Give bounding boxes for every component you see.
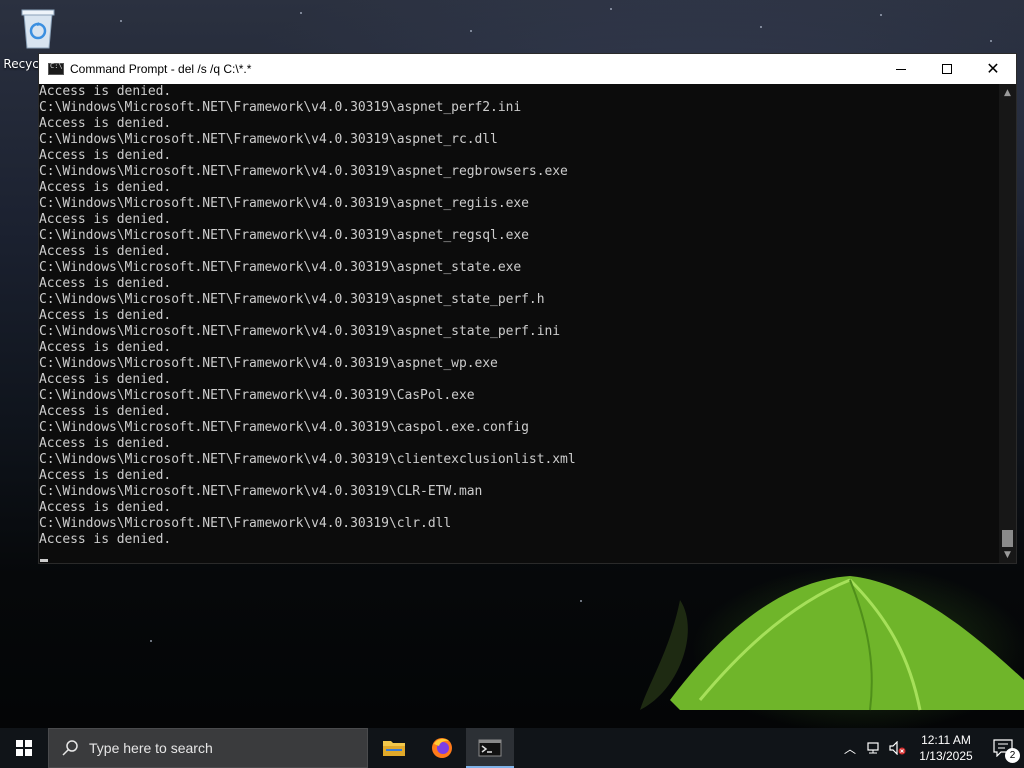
text-cursor (40, 559, 48, 562)
console-line: Access is denied. (39, 436, 172, 451)
cmd-icon (48, 62, 64, 75)
scroll-down-button[interactable]: ▼ (999, 546, 1016, 563)
action-center-button[interactable]: 2 (982, 728, 1024, 768)
windows-logo-icon (16, 740, 32, 756)
console-line: C:\Windows\Microsoft.NET\Framework\v4.0.… (39, 164, 568, 179)
console-line: Access is denied. (39, 212, 172, 227)
minimize-icon (896, 68, 906, 70)
taskbar: Type here to search ︿ 12:11 AM 1/13/2025… (0, 728, 1024, 768)
search-placeholder: Type here to search (89, 740, 213, 756)
maximize-icon (942, 64, 952, 74)
chevron-up-icon: ▲ (1004, 87, 1011, 98)
scroll-up-button[interactable]: ▲ (999, 84, 1016, 101)
taskbar-app-firefox[interactable] (418, 728, 466, 768)
taskbar-app-file-explorer[interactable] (370, 728, 418, 768)
console-line: Access is denied. (39, 148, 172, 163)
scroll-thumb[interactable] (1002, 530, 1013, 547)
command-prompt-window[interactable]: Command Prompt - del /s /q C:\*.* ✕ Acce… (38, 53, 1017, 564)
console-line: Access is denied. (39, 340, 172, 355)
console-line: C:\Windows\Microsoft.NET\Framework\v4.0.… (39, 260, 522, 275)
close-icon: ✕ (986, 59, 1000, 78)
clock-date: 1/13/2025 (919, 749, 973, 763)
console-line: C:\Windows\Microsoft.NET\Framework\v4.0.… (39, 452, 576, 467)
console-line: Access is denied. (39, 500, 172, 515)
show-hidden-icons-button[interactable]: ︿ (838, 728, 862, 768)
taskbar-search-box[interactable]: Type here to search (48, 728, 368, 768)
cmd-icon (478, 739, 502, 757)
console-line: C:\Windows\Microsoft.NET\Framework\v4.0.… (39, 388, 475, 403)
console-line: C:\Windows\Microsoft.NET\Framework\v4.0.… (39, 228, 529, 243)
console-line: Access is denied. (39, 404, 172, 419)
notification-count-badge: 2 (1005, 748, 1020, 763)
window-titlebar[interactable]: Command Prompt - del /s /q C:\*.* ✕ (39, 54, 1016, 84)
console-line: C:\Windows\Microsoft.NET\Framework\v4.0.… (39, 100, 522, 115)
console-line: Access is denied. (39, 308, 172, 323)
console-line: Access is denied. (39, 116, 172, 131)
console-line: C:\Windows\Microsoft.NET\Framework\v4.0.… (39, 484, 483, 499)
console-line: Access is denied. (39, 84, 172, 99)
console-line: Access is denied. (39, 532, 172, 547)
console-line: Access is denied. (39, 244, 172, 259)
chevron-down-icon: ▼ (1004, 549, 1011, 560)
start-button[interactable] (0, 728, 48, 768)
network-icon (867, 742, 879, 754)
window-title: Command Prompt - del /s /q C:\*.* (70, 62, 252, 76)
console-line: Access is denied. (39, 276, 172, 291)
maximize-button[interactable] (924, 54, 970, 84)
minimize-button[interactable] (878, 54, 924, 84)
console-line: Access is denied. (39, 468, 172, 483)
network-tray-button[interactable] (862, 728, 886, 768)
wallpaper-tent (640, 576, 1024, 711)
taskbar-app-command-prompt[interactable] (466, 728, 514, 768)
volume-muted-icon (889, 741, 906, 755)
close-button[interactable]: ✕ (970, 54, 1016, 84)
system-tray: ︿ 12:11 AM 1/13/2025 2 (838, 728, 1024, 768)
console-line: C:\Windows\Microsoft.NET\Framework\v4.0.… (39, 324, 561, 339)
folder-icon (383, 741, 405, 756)
console-line: C:\Windows\Microsoft.NET\Framework\v4.0.… (39, 356, 498, 371)
console-line: C:\Windows\Microsoft.NET\Framework\v4.0.… (39, 132, 498, 147)
console-output[interactable]: Access is denied. C:\Windows\Microsoft.NE… (39, 84, 1001, 563)
vertical-scrollbar[interactable]: ▲ ▼ (999, 84, 1016, 563)
console-line: C:\Windows\Microsoft.NET\Framework\v4.0.… (39, 516, 452, 531)
volume-tray-button[interactable] (886, 728, 910, 768)
console-line: Access is denied. (39, 372, 172, 387)
console-line: Access is denied. (39, 180, 172, 195)
search-icon (62, 740, 78, 756)
taskbar-clock[interactable]: 12:11 AM 1/13/2025 (910, 728, 982, 768)
clock-time: 12:11 AM (921, 733, 971, 747)
firefox-icon (432, 738, 452, 758)
console-line: C:\Windows\Microsoft.NET\Framework\v4.0.… (39, 196, 529, 211)
chevron-up-icon: ︿ (843, 741, 856, 756)
window-controls: ✕ (878, 54, 1016, 84)
console-line: C:\Windows\Microsoft.NET\Framework\v4.0.… (39, 292, 545, 307)
console-line: C:\Windows\Microsoft.NET\Framework\v4.0.… (39, 420, 529, 435)
recycle-bin-icon (21, 9, 55, 49)
